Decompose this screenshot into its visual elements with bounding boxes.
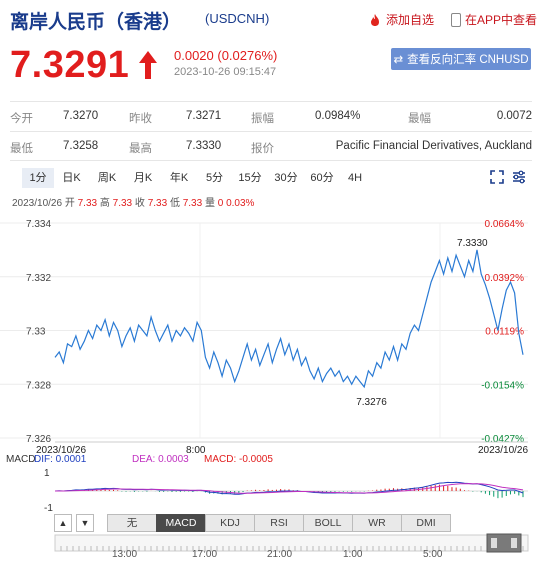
- scroll-up-arrow-icon[interactable]: ▲: [54, 514, 72, 532]
- low-label: 最低: [10, 143, 33, 155]
- low-value: 7.3258: [63, 140, 99, 152]
- tab-30min[interactable]: 30分: [268, 168, 304, 188]
- indicator-tab-boll[interactable]: BOLL: [303, 514, 353, 532]
- spread-value: 0.0072: [496, 110, 532, 122]
- tab-15min[interactable]: 15分: [232, 168, 268, 188]
- price-chart[interactable]: 7.334 0.0664%7.332 0.0392%7.33 0.0119%7.328…: [0, 208, 550, 561]
- timeline-label: 21:00: [267, 549, 292, 560]
- high-label: 最高: [129, 143, 152, 155]
- ticker-code: (USDCNH): [205, 11, 270, 26]
- indicator-tabs: ▲ ▼ 无 MACD KDJ RSI BOLL WR DMI: [54, 514, 451, 532]
- fullscreen-icon[interactable]: [490, 170, 504, 184]
- open-value: 7.3270: [63, 110, 99, 122]
- y-tick-label: 7.326: [26, 434, 51, 445]
- quote-timestamp: 2023-10-26 09:15:47: [174, 66, 277, 78]
- period-tabs: 1分 日K 周K 月K 年K 5分 15分 30分 60分 4H: [22, 168, 370, 188]
- header: 离岸人民币（香港） (USDCNH) 添加自选 在APP中查看: [0, 0, 550, 36]
- source-label: 报价: [251, 143, 274, 155]
- amplitude-value: 0.0984%: [315, 110, 361, 122]
- tab-60min[interactable]: 60分: [304, 168, 340, 188]
- source-value: Pacific Financial Derivatives, Auckland: [335, 140, 532, 152]
- price-series-line: [54, 249, 524, 389]
- price-change: 0.0020 (0.0276%): [174, 48, 278, 63]
- y-tick-label: 7.328: [26, 380, 51, 391]
- macd-name: MACD: [6, 454, 35, 465]
- current-price: 7.3291: [10, 44, 130, 86]
- indicator-tab-macd[interactable]: MACD: [156, 514, 206, 532]
- macd-dea: DEA: 0.0003: [132, 454, 189, 465]
- tab-5min[interactable]: 5分: [197, 168, 232, 188]
- tab-1min[interactable]: 1分: [22, 168, 54, 188]
- settings-icon[interactable]: [512, 170, 526, 184]
- stats-table: 今开 7.3270 昨收 7.3271 振幅 0.0984% 最幅 0.0072…: [10, 101, 532, 161]
- tab-monthly[interactable]: 月K: [125, 168, 161, 188]
- low-annotation: 7.3276: [356, 397, 387, 408]
- timeline-label: 13:00: [112, 549, 137, 560]
- indicator-tab-kdj[interactable]: KDJ: [205, 514, 255, 532]
- add-watchlist-button[interactable]: 添加自选: [368, 11, 434, 28]
- timeline-grip: [511, 538, 517, 548]
- macd-dea-line: [55, 483, 524, 494]
- percent-tick-label: -0.0427%: [481, 434, 524, 445]
- macd-y-bottom: -1: [44, 503, 53, 514]
- tab-daily[interactable]: 日K: [54, 168, 89, 188]
- high-value: 7.3330: [186, 140, 222, 152]
- open-label: 今开: [10, 113, 33, 125]
- ohlc-info: 2023/10/26 开 7.33 高 7.33 收 7.33 低 7.33 量…: [12, 194, 254, 209]
- scroll-down-arrow-icon[interactable]: ▼: [76, 514, 94, 532]
- y-tick-label: 7.334: [26, 219, 51, 230]
- phone-icon: [451, 12, 461, 27]
- percent-tick-label: -0.0154%: [481, 380, 524, 391]
- add-watchlist-label: 添加自选: [386, 13, 435, 27]
- timeline-label: 5:00: [423, 549, 443, 560]
- page-title: 离岸人民币（香港）: [10, 12, 182, 33]
- swap-icon: ⇄: [393, 54, 404, 66]
- view-in-app-link[interactable]: 在APP中查看: [451, 11, 537, 28]
- indicator-tab-none[interactable]: 无: [107, 514, 157, 532]
- high-annotation: 7.3330: [457, 238, 488, 249]
- prev-close-label: 昨收: [129, 113, 152, 125]
- y-tick-label: 7.33: [26, 327, 46, 338]
- fire-icon: [371, 13, 379, 26]
- macd-y-top: 1: [44, 468, 50, 479]
- timeline-label: 1:00: [343, 549, 363, 560]
- percent-tick-label: 0.0392%: [485, 273, 525, 284]
- x-tick-label: 8:00: [186, 445, 206, 456]
- indicator-tab-wr[interactable]: WR: [352, 514, 402, 532]
- reverse-rate-label: 查看反向汇率 CNHUSD: [407, 54, 529, 66]
- percent-tick-label: 0.0664%: [485, 219, 525, 230]
- timeline-label: 17:00: [192, 549, 217, 560]
- up-arrow-icon: [139, 51, 157, 79]
- tab-weekly[interactable]: 周K: [89, 168, 125, 188]
- macd-dif: DIF: 0.0001: [34, 454, 87, 465]
- prev-close-value: 7.3271: [186, 110, 222, 122]
- y-tick-label: 7.332: [26, 273, 51, 284]
- timeline-grip: [491, 538, 497, 548]
- x-tick-label: 2023/10/26: [478, 445, 528, 456]
- stats-row: 最低 7.3258 最高 7.3330 报价 Pacific Financial…: [10, 131, 532, 161]
- reverse-rate-button[interactable]: ⇄ 查看反向汇率 CNHUSD: [391, 48, 531, 70]
- indicator-tab-rsi[interactable]: RSI: [254, 514, 304, 532]
- spread-label: 最幅: [408, 113, 431, 125]
- macd-value: MACD: -0.0005: [204, 454, 273, 465]
- indicator-tab-dmi[interactable]: DMI: [401, 514, 451, 532]
- tab-4h[interactable]: 4H: [340, 168, 370, 188]
- tab-yearly[interactable]: 年K: [161, 168, 197, 188]
- view-in-app-label: 在APP中查看: [465, 13, 538, 27]
- stats-row: 今开 7.3270 昨收 7.3271 振幅 0.0984% 最幅 0.0072: [10, 101, 532, 131]
- amplitude-label: 振幅: [251, 113, 274, 125]
